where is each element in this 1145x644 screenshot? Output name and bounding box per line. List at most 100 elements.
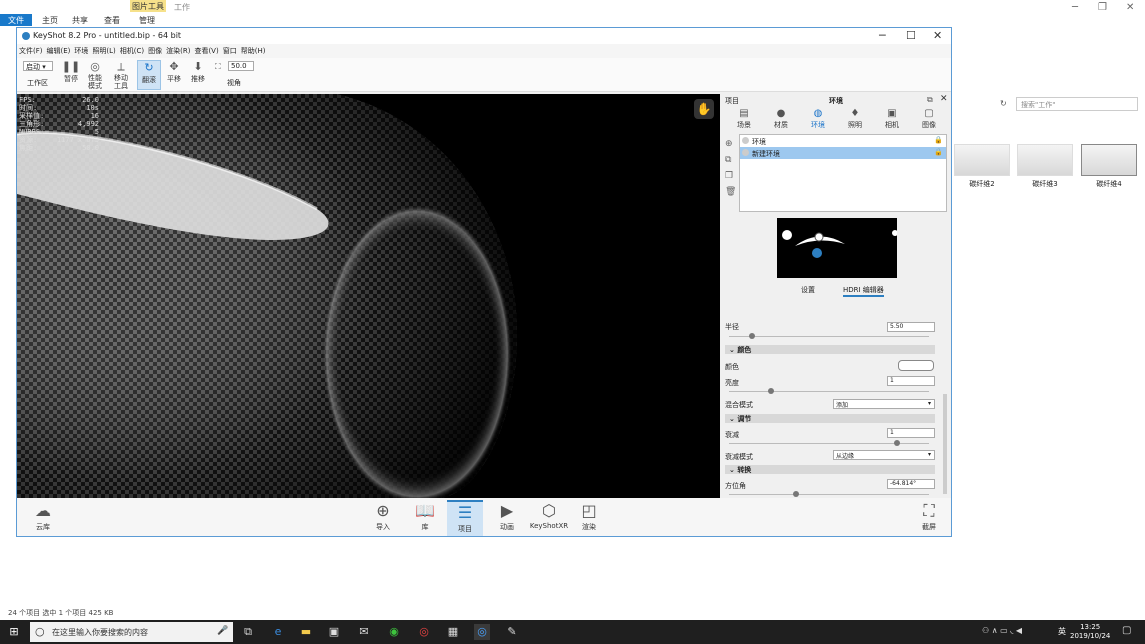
thumbnail-3[interactable]: [1081, 144, 1137, 176]
app-icon[interactable]: ▦: [445, 624, 461, 640]
pan-button[interactable]: ✥ 平移: [162, 60, 186, 90]
section-adjust[interactable]: ⌄ 调节: [725, 414, 935, 423]
blend-mode-select[interactable]: 添加 ▾: [833, 399, 935, 409]
slider-knob[interactable]: [894, 440, 900, 446]
workspace-dropdown[interactable]: 启动 ▾: [23, 61, 53, 71]
azimuth-input[interactable]: -64.814°: [887, 479, 935, 489]
menu-environment[interactable]: 环境: [72, 44, 90, 58]
slider-knob[interactable]: [768, 388, 774, 394]
app-icon[interactable]: ✎: [504, 624, 520, 640]
tab-lighting[interactable]: ♦ 照明: [840, 108, 870, 130]
menu-render[interactable]: 渲染(R): [164, 44, 192, 58]
pause-button[interactable]: ❚❚ 暂停: [59, 60, 83, 90]
keyshotxr-button[interactable]: ⬡ KeyShotXR: [529, 500, 569, 530]
list-item[interactable]: 新建环境 🔒: [740, 147, 946, 159]
radius-input[interactable]: 5.50: [887, 322, 935, 332]
lock-icon[interactable]: 🔒: [934, 136, 943, 144]
menu-edit[interactable]: 编辑(E): [45, 44, 73, 58]
mail-icon[interactable]: ✉: [356, 624, 372, 640]
cloud-library-button[interactable]: ☁ 云库: [25, 500, 61, 532]
thumbnail-2[interactable]: [1017, 144, 1073, 176]
close-icon[interactable]: ✕: [1126, 2, 1134, 13]
slider-knob[interactable]: [749, 333, 755, 339]
menu-view[interactable]: 查看(V): [192, 44, 220, 58]
tab-scene[interactable]: ▤ 场景: [729, 108, 759, 130]
tab-view[interactable]: 查看: [98, 14, 126, 26]
thumbnail-1[interactable]: [954, 144, 1010, 176]
tab-camera[interactable]: ▣ 相机: [877, 108, 907, 130]
store-icon[interactable]: ▣: [326, 624, 342, 640]
chrome-icon[interactable]: ◎: [416, 624, 432, 640]
screenshot-button[interactable]: ⛶ 截屏: [911, 500, 947, 532]
dolly-button[interactable]: ⬇ 推移: [186, 60, 210, 90]
menu-image[interactable]: 图像: [146, 44, 164, 58]
minimize-icon[interactable]: ─: [1072, 2, 1078, 13]
close-icon[interactable]: ✕: [940, 94, 948, 104]
menu-window[interactable]: 窗口: [221, 44, 239, 58]
radius-slider[interactable]: [729, 333, 929, 339]
edge-icon[interactable]: e: [270, 624, 286, 640]
menu-help[interactable]: 帮助(H): [239, 44, 268, 58]
fov-label: 视角: [227, 79, 241, 87]
menu-camera[interactable]: 相机(C): [118, 44, 146, 58]
falloff-mode-select[interactable]: 从边缘 ▾: [833, 450, 935, 460]
brightness-input[interactable]: 1: [887, 376, 935, 386]
menu-file[interactable]: 文件(F): [17, 44, 45, 58]
taskbar-clock[interactable]: 13:25 2019/10/24: [1070, 623, 1110, 641]
color-swatch[interactable]: [898, 360, 934, 371]
tab-hdri-editor[interactable]: HDRI 编辑器: [843, 285, 884, 297]
animation-button[interactable]: ▶ 动画: [489, 500, 525, 532]
fov-input[interactable]: 50.0: [228, 61, 254, 71]
tab-material[interactable]: ● 材质: [766, 108, 796, 130]
trash-icon[interactable]: 🗑: [725, 184, 736, 200]
taskbar-search-input[interactable]: ○ 在这里输入你要搜索的内容 🎤: [30, 622, 233, 642]
undock-icon[interactable]: ⧉: [927, 95, 933, 105]
menu-lighting[interactable]: 照明(L): [90, 44, 117, 58]
render-viewport[interactable]: FPS: 26.0 时间: 10s 采样值: 16 三角形: 4,992 NURBS: 5…: [17, 94, 720, 498]
hdri-preview[interactable]: [777, 218, 898, 278]
task-view-icon[interactable]: ⧉: [240, 624, 256, 640]
slider-knob[interactable]: [793, 491, 799, 497]
scrollbar[interactable]: [943, 394, 947, 494]
notification-icon[interactable]: ▢: [1122, 625, 1131, 636]
falloff-slider[interactable]: [729, 440, 929, 446]
close-icon[interactable]: ✕: [933, 29, 942, 42]
hand-icon[interactable]: ✋: [694, 99, 714, 119]
tab-settings[interactable]: 设置: [801, 285, 815, 295]
section-color[interactable]: ⌄ 颜色: [725, 345, 935, 354]
microphone-icon[interactable]: 🎤: [217, 626, 228, 636]
falloff-input[interactable]: 1: [887, 428, 935, 438]
list-item[interactable]: 环境 🔒: [740, 135, 946, 147]
refresh-icon[interactable]: ↻: [1000, 99, 1007, 108]
wechat-icon[interactable]: ◉: [386, 624, 402, 640]
brightness-slider[interactable]: [729, 388, 929, 394]
explorer-search-input[interactable]: 搜索"工作": [1016, 97, 1138, 111]
tab-image[interactable]: ▢ 图像: [914, 108, 944, 130]
render-button[interactable]: ◰ 渲染: [571, 500, 607, 532]
section-transform[interactable]: ⌄ 转换: [725, 465, 935, 474]
maximize-icon[interactable]: ❐: [1098, 2, 1107, 13]
library-button[interactable]: 📖 库: [407, 500, 443, 532]
import-button[interactable]: ⊕ 导入: [365, 500, 401, 532]
tab-manage[interactable]: 管理: [133, 14, 161, 26]
lock-icon[interactable]: 🔒: [934, 148, 943, 156]
maximize-icon[interactable]: ☐: [906, 29, 916, 42]
add-env-icon[interactable]: ⊕: [725, 136, 736, 152]
copy-env-icon[interactable]: ❐: [725, 168, 736, 184]
windows-start-icon[interactable]: ⊞: [6, 624, 22, 640]
tab-home[interactable]: 主页: [36, 14, 64, 26]
ime-indicator[interactable]: 英: [1058, 626, 1066, 637]
minimize-icon[interactable]: ─: [879, 29, 886, 42]
azimuth-slider[interactable]: [729, 491, 929, 497]
tab-file[interactable]: 文件: [0, 14, 32, 26]
keyshot-taskbar-icon[interactable]: ◎: [474, 624, 490, 640]
project-button[interactable]: ☰ 项目: [447, 500, 483, 536]
tab-environment[interactable]: ◍ 环境: [803, 108, 833, 130]
performance-mode-button[interactable]: ◎ 性能 模式: [83, 60, 107, 90]
duplicate-env-icon[interactable]: ⧉: [725, 152, 736, 168]
tray-icons[interactable]: ⚇ ∧ ▭ ◟ ◀: [982, 626, 1022, 635]
tab-share[interactable]: 共享: [66, 14, 94, 26]
file-explorer-icon[interactable]: ▬: [298, 624, 314, 640]
tumble-button[interactable]: ↻ 翻滚: [137, 60, 161, 90]
move-tool-button[interactable]: ⟂ 移动 工具: [109, 60, 133, 90]
